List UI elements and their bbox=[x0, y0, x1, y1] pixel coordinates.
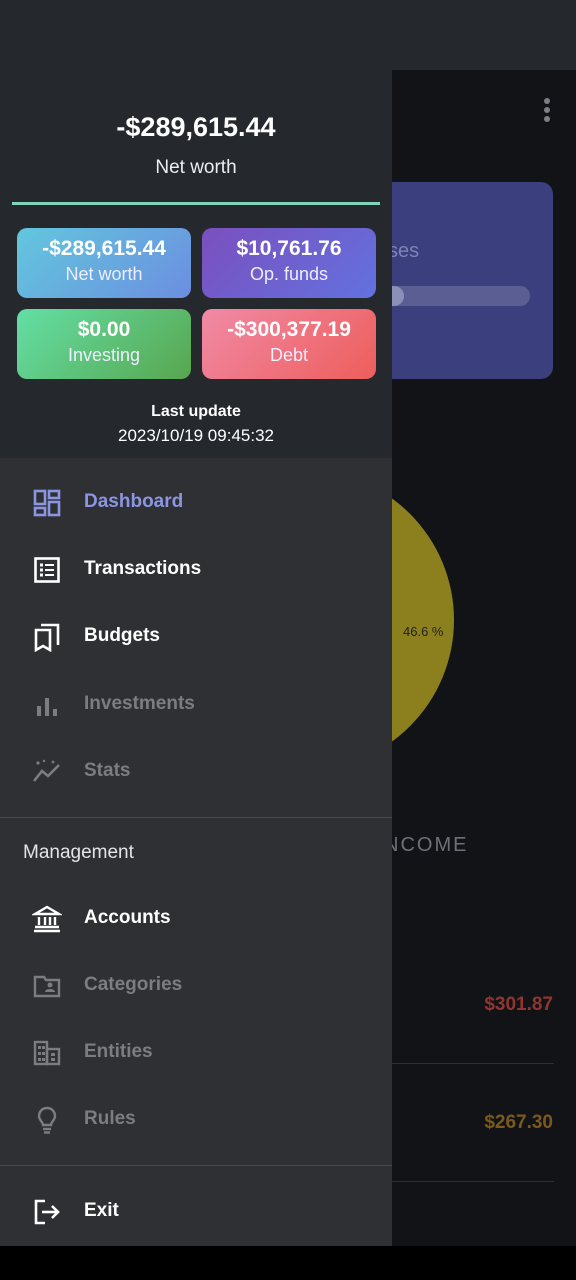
folder-user-icon bbox=[33, 975, 61, 998]
management-section-title: Management bbox=[23, 842, 134, 863]
header-divider bbox=[12, 202, 380, 205]
menu-item-label: Stats bbox=[84, 760, 131, 781]
drawer-header: -$289,615.44 Net worth -$289,615.44 Net … bbox=[0, 0, 392, 458]
tile-value: $0.00 bbox=[77, 318, 131, 341]
bookmarks-icon bbox=[34, 623, 60, 652]
row-divider bbox=[392, 1181, 554, 1182]
building-icon bbox=[33, 1040, 61, 1066]
navigation-bar bbox=[0, 1246, 576, 1280]
income-title: NCOME bbox=[384, 834, 469, 856]
tile-label: Op. funds bbox=[249, 264, 329, 284]
menu-item-label: Exit bbox=[84, 1200, 119, 1221]
menu-item-label: Dashboard bbox=[84, 491, 184, 512]
tile-label: Net worth bbox=[65, 264, 143, 284]
more-menu-icon bbox=[544, 98, 550, 125]
bar-chart-icon bbox=[37, 698, 57, 716]
trending-icon bbox=[32, 759, 60, 782]
menu-item-label: Categories bbox=[84, 974, 183, 995]
last-update-time: 2023/10/19 09:45:32 bbox=[118, 426, 274, 445]
menu-item-exit[interactable]: Exit bbox=[0, 1182, 392, 1242]
menu-item-investments[interactable]: Investments bbox=[0, 675, 392, 735]
debt-tile[interactable]: -$300,377.19 Debt bbox=[202, 309, 376, 379]
menu-item-accounts[interactable]: Accounts bbox=[0, 889, 392, 949]
net-worth-label: Net worth bbox=[155, 157, 237, 178]
menu-item-label: Transactions bbox=[84, 558, 202, 579]
menu-item-budgets[interactable]: Budgets bbox=[0, 607, 392, 667]
tile-value: -$300,377.19 bbox=[227, 318, 351, 341]
op-funds-tile[interactable]: $10,761.76 Op. funds bbox=[202, 228, 376, 298]
dashboard-icon bbox=[33, 489, 61, 517]
menu-item-transactions[interactable]: Transactions bbox=[0, 540, 392, 600]
menu-item-dashboard[interactable]: Dashboard bbox=[0, 473, 392, 533]
tile-label: Investing bbox=[67, 345, 141, 365]
amount-1: $301.87 bbox=[484, 994, 553, 1015]
menu-item-label: Rules bbox=[84, 1108, 136, 1129]
investing-tile[interactable]: $0.00 Investing bbox=[17, 309, 191, 379]
net-worth-tile[interactable]: -$289,615.44 Net worth bbox=[17, 228, 191, 298]
tile-value: -$289,615.44 bbox=[42, 237, 166, 260]
menu-item-rules[interactable]: Rules bbox=[0, 1090, 392, 1150]
lightbulb-icon bbox=[37, 1106, 57, 1134]
last-update-label: Last update bbox=[151, 403, 241, 420]
row-divider bbox=[392, 1063, 554, 1064]
menu-item-categories[interactable]: Categories bbox=[0, 956, 392, 1016]
menu-item-label: Entities bbox=[84, 1041, 153, 1062]
tile-label: Debt bbox=[269, 345, 309, 365]
card-label: ses bbox=[388, 240, 420, 262]
menu-divider bbox=[0, 817, 392, 818]
exit-icon bbox=[34, 1199, 60, 1225]
menu-item-stats[interactable]: Stats bbox=[0, 742, 392, 802]
menu-item-label: Accounts bbox=[84, 907, 171, 928]
menu-item-label: Investments bbox=[84, 693, 195, 714]
navigation-drawer: -$289,615.44 Net worth -$289,615.44 Net … bbox=[0, 0, 392, 1246]
menu-item-label: Budgets bbox=[84, 625, 160, 646]
bank-icon bbox=[32, 905, 62, 933]
menu-divider bbox=[0, 1165, 392, 1166]
net-worth-value: -$289,615.44 bbox=[116, 112, 276, 142]
menu-item-entities[interactable]: Entities bbox=[0, 1023, 392, 1083]
amount-2: $267.30 bbox=[484, 1112, 553, 1133]
list-icon bbox=[34, 557, 60, 583]
tile-value: $10,761.76 bbox=[236, 237, 342, 260]
pie-slice-label: 46.6 % bbox=[403, 624, 444, 639]
